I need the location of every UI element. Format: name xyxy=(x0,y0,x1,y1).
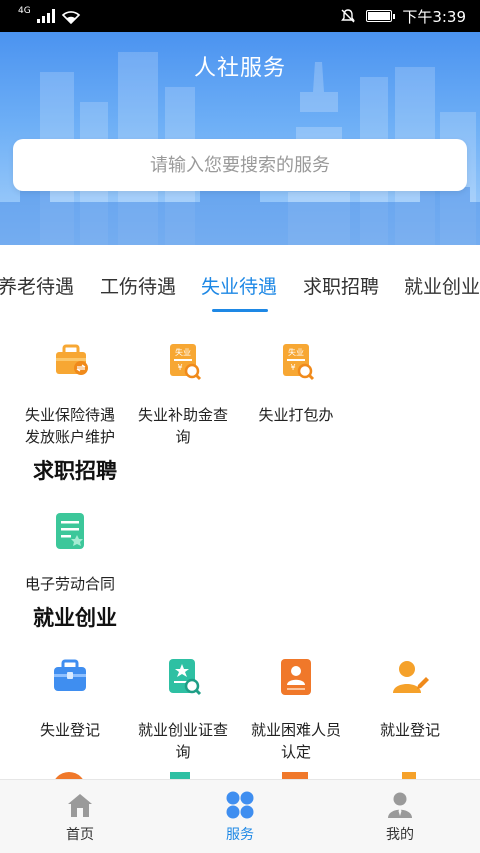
nav-label: 首页 xyxy=(66,826,94,843)
service-label: 就业困难人员 认定 xyxy=(250,721,341,761)
briefcase-transfer-icon xyxy=(56,344,88,375)
wifi-icon xyxy=(61,10,80,24)
service-label: 就业登记 xyxy=(379,721,440,739)
svg-text:失业: 失业 xyxy=(288,347,304,357)
contract-document-icon xyxy=(56,513,84,549)
service-unemployment-subsidy-query[interactable]: 失业 ¥ 失业补助金查 询 xyxy=(123,340,243,448)
unemployment-package-icon: 失业 ¥ xyxy=(283,344,315,381)
service-label: 失业打包办 xyxy=(258,406,334,424)
svg-text:¥: ¥ xyxy=(177,363,182,372)
nav-profile[interactable]: 我的 xyxy=(320,780,480,853)
status-bar: 4G 下午3:39 xyxy=(0,0,480,32)
service-employment-difficulty-identification[interactable]: 就业困难人员 认定 xyxy=(236,655,356,763)
section-title-job-recruit: 求职招聘 xyxy=(33,459,117,483)
person-edit-icon xyxy=(393,661,429,693)
battery-icon xyxy=(366,10,396,22)
svg-text:失业: 失业 xyxy=(175,347,191,357)
nav-home[interactable]: 首页 xyxy=(0,780,160,853)
nav-label: 我的 xyxy=(386,826,414,843)
tab-job-recruit[interactable]: 求职招聘 xyxy=(303,272,379,299)
network-type: 4G xyxy=(18,5,31,16)
signal-icon xyxy=(36,9,55,23)
tab-pension[interactable]: 养老待遇 xyxy=(0,272,74,299)
service-label: 失业补助金查 询 xyxy=(137,406,228,446)
nav-label: 服务 xyxy=(226,826,254,843)
user-profile-icon xyxy=(388,792,412,818)
service-employment-certificate-query[interactable]: 就业创业证查 询 xyxy=(123,655,243,763)
clock: 下午3:39 xyxy=(402,7,466,26)
page-title: 人社服务 xyxy=(193,56,286,81)
status-left: 4G xyxy=(18,5,81,24)
service-label: 失业保险待遇 发放账户维护 xyxy=(24,406,115,446)
briefcase-icon xyxy=(54,659,86,691)
search-input[interactable] xyxy=(13,139,467,191)
tab-work-injury[interactable]: 工伤待遇 xyxy=(100,272,176,299)
service-unemployment-package[interactable]: 失业 ¥ 失业打包办 xyxy=(236,340,356,426)
mute-bell-icon xyxy=(341,9,356,23)
service-unemployment-account[interactable]: 失业保险待遇 发放账户维护 xyxy=(10,340,130,448)
active-tab-indicator xyxy=(212,309,268,312)
certificate-search-icon xyxy=(169,659,202,696)
home-icon xyxy=(68,793,92,817)
service-label: 就业创业证查 询 xyxy=(137,721,228,761)
service-electronic-contract[interactable]: 电子劳动合同 xyxy=(10,509,130,595)
header-banner: 人社服务 xyxy=(0,32,480,245)
unemployment-search-icon: 失业 ¥ xyxy=(170,344,202,381)
service-employment-registration[interactable]: 就业登记 xyxy=(350,655,470,741)
section-title-employment: 就业创业 xyxy=(33,606,117,630)
service-label: 失业登记 xyxy=(39,721,100,739)
service-unemployment-registration[interactable]: 失业登记 xyxy=(10,655,130,741)
category-tabs: 养老待遇 工伤待遇 失业待遇 求职招聘 就业创业 xyxy=(0,260,480,314)
nav-services[interactable]: 服务 xyxy=(160,780,320,853)
tab-unemployment[interactable]: 失业待遇 xyxy=(201,272,277,299)
svg-text:¥: ¥ xyxy=(290,363,295,372)
tab-employment[interactable]: 就业创业 xyxy=(404,272,480,299)
bottom-navigation: 首页 服务 我的 xyxy=(0,779,480,853)
services-grid-icon xyxy=(226,791,254,818)
status-right: 下午3:39 xyxy=(340,6,466,27)
id-card-person-icon xyxy=(281,659,311,695)
search-bar[interactable] xyxy=(13,139,467,191)
service-label: 电子劳动合同 xyxy=(24,575,115,593)
